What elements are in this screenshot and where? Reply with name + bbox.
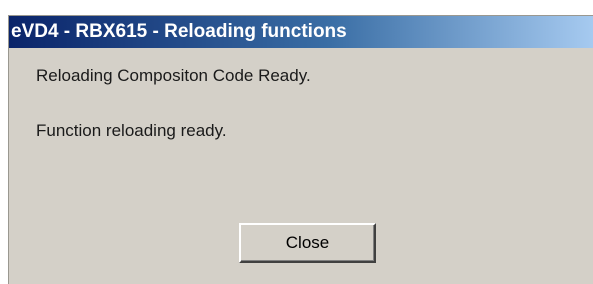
close-button[interactable]: Close xyxy=(239,223,376,263)
status-message-function: Function reloading ready. xyxy=(36,121,227,140)
reload-dialog: eVD4 - RBX615 - Reloading functions Relo… xyxy=(8,15,593,284)
status-message-composition: Reloading Compositon Code Ready. xyxy=(36,66,311,85)
title-bar[interactable]: eVD4 - RBX615 - Reloading functions xyxy=(9,16,593,48)
window-title: eVD4 - RBX615 - Reloading functions xyxy=(11,21,347,42)
